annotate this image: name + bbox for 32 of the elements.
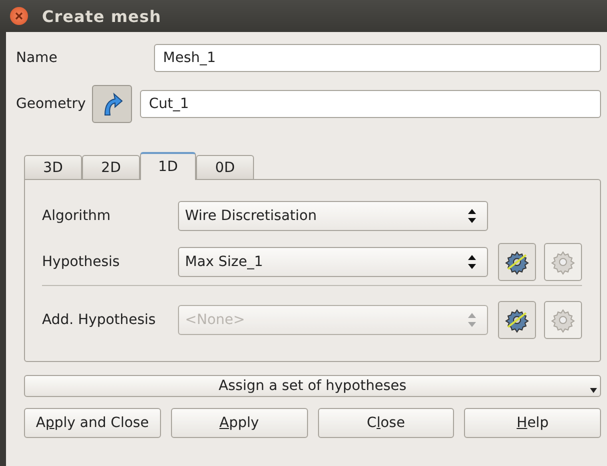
- tab[interactable]: 1D: [140, 152, 196, 180]
- dialog-button[interactable]: Help: [464, 408, 601, 438]
- dialog-button[interactable]: Apply: [170, 408, 308, 438]
- updown-arrow-icon: [467, 254, 477, 270]
- geometry-label: Geometry: [16, 96, 86, 112]
- select-geometry-button[interactable]: [92, 85, 132, 123]
- gear-icon: [504, 307, 530, 333]
- dropdown[interactable]: Wire Discretisation: [178, 201, 488, 231]
- caret-icon: [590, 388, 597, 393]
- dropdown[interactable]: Max Size_1: [178, 247, 488, 277]
- tab[interactable]: 2D: [82, 155, 140, 179]
- geometry-field[interactable]: Cut_1: [140, 90, 601, 118]
- gear-icon: [550, 249, 576, 275]
- updown-arrow-icon: [467, 208, 477, 224]
- close-icon: [15, 12, 23, 20]
- tab[interactable]: 0D: [196, 155, 254, 179]
- updown-arrow-icon: [467, 312, 477, 328]
- field-label: Algorithm: [42, 208, 112, 224]
- field-label: Hypothesis: [42, 254, 121, 270]
- name-field[interactable]: Mesh_1: [154, 44, 601, 72]
- window-title: Create mesh: [42, 6, 162, 26]
- edit-hypothesis-button[interactable]: [498, 243, 536, 281]
- name-label: Name: [16, 50, 58, 66]
- dialog-button[interactable]: Close: [318, 408, 454, 438]
- gear-icon: [550, 307, 576, 333]
- field-label: Add. Hypothesis: [42, 312, 157, 328]
- tab[interactable]: 3D: [24, 155, 82, 179]
- assign-hypotheses-button[interactable]: Assign a set of hypotheses: [24, 375, 601, 397]
- dropdown: <None>: [178, 305, 488, 335]
- close-button[interactable]: [10, 7, 28, 25]
- dialog-button[interactable]: Apply and Close: [24, 408, 161, 438]
- gear-icon: [504, 249, 530, 275]
